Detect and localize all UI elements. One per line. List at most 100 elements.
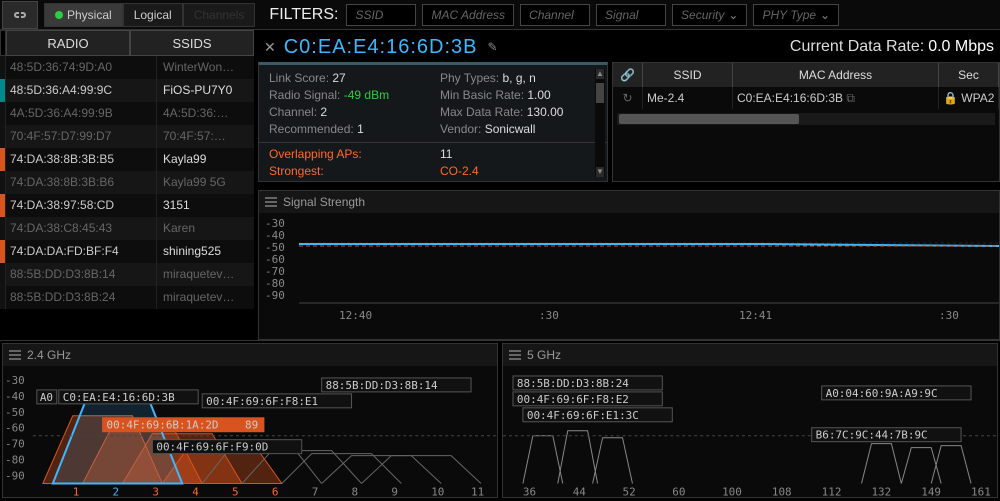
svg-text:8: 8 <box>352 485 359 497</box>
svg-text:36: 36 <box>523 485 536 497</box>
radio-row[interactable]: 88:5B:DD:D3:8B:24miraquetev… <box>0 286 254 309</box>
radio-mac: 48:5D:36:74:9D:A0 <box>6 56 156 79</box>
radio-ssid: WinterWon… <box>156 56 254 79</box>
ssids-col-header[interactable]: SSIDS <box>130 30 254 56</box>
radio-ssid: FiOS-PU7Y0 <box>156 79 254 102</box>
radio-ssid: shining525 <box>156 240 254 263</box>
radio-mac: 74:DA:38:8B:3B:B5 <box>6 148 156 171</box>
filter-channel[interactable]: Channel <box>520 4 590 26</box>
small-badge: 89 <box>245 419 258 432</box>
assoc-sec-col[interactable]: Sec <box>939 63 999 87</box>
svg-text:-70: -70 <box>5 438 25 451</box>
svg-text:60: 60 <box>672 485 685 497</box>
view-mode-toggle: Physical Logical Channels <box>44 3 255 27</box>
scroll-down-icon[interactable]: ▼ <box>596 167 604 177</box>
radio-mac: 74:DA:38:97:58:CD <box>6 194 156 217</box>
band-24-title: 2.4 GHz <box>27 344 71 366</box>
data-rate-label: Current Data Rate: <box>790 38 924 56</box>
radio-row[interactable]: 74:DA:38:8B:3B:B6Kayla99 5G <box>0 171 254 194</box>
stack-icon <box>9 350 21 360</box>
assoc-h-scrollbar[interactable] <box>617 113 995 125</box>
selected-mac-title: C0:EA:E4:16:6D:3B <box>284 36 478 59</box>
assoc-ssid-col[interactable]: SSID <box>643 63 733 87</box>
stack-icon <box>509 350 521 360</box>
channel-value: 2 <box>320 105 327 119</box>
svg-text:-90: -90 <box>5 470 25 483</box>
assoc-sec: 🔒 WPA2 <box>939 87 999 109</box>
filter-phy-type[interactable]: PHY Type⌄ <box>753 4 839 26</box>
svg-text:-90: -90 <box>265 289 285 302</box>
link-icon[interactable] <box>2 1 38 29</box>
recommended-value: 1 <box>357 122 364 136</box>
assoc-mac-col[interactable]: MAC Address <box>733 63 939 87</box>
svg-text:11: 11 <box>471 485 484 497</box>
assoc-link-col[interactable]: 🔗 <box>613 63 643 87</box>
radio-row[interactable]: 74:DA:38:97:58:CD3151 <box>0 194 254 217</box>
svg-text:4: 4 <box>192 485 199 497</box>
radio-row[interactable]: 74:DA:DA:FD:BF:F4shining525 <box>0 240 254 263</box>
assoc-row[interactable]: ↻Me-2.4C0:EA:E4:16:6D:3B ⧉🔒 WPA2 <box>613 87 999 109</box>
signal-strength-title: Signal Strength <box>283 191 365 213</box>
svg-text:2: 2 <box>113 485 120 497</box>
mac-badge: 00:4F:69:6B:1A:2D <box>107 419 219 432</box>
signal-strength-chart: -30-40-50-60-70-80-90 12:40:3012:41:30 <box>259 213 999 323</box>
radio-col-header[interactable]: RADIO <box>6 30 130 56</box>
radio-row[interactable]: 74:DA:38:C8:45:43Karen <box>0 217 254 240</box>
assoc-mac: C0:EA:E4:16:6D:3B ⧉ <box>733 87 939 109</box>
filter-row: SSID MAC Address Channel Signal Security⌄ PHY… <box>346 4 845 26</box>
radio-row[interactable]: 74:DA:38:8B:3B:B5Kayla99 <box>0 148 254 171</box>
radio-row[interactable]: 70:4F:57:D7:99:D770:4F:57:… <box>0 125 254 148</box>
svg-text:1: 1 <box>73 485 80 497</box>
radio-list-panel: RADIO SSIDS 48:5D:36:74:9D:A0WinterWon…4… <box>0 30 254 340</box>
radio-ssid: Kayla99 5G <box>156 171 254 194</box>
mac-badge: 88:5B:DD:D3:8B:24 <box>517 377 629 390</box>
radio-signal-label: Radio Signal: <box>269 88 340 102</box>
scroll-thumb[interactable] <box>596 83 604 103</box>
radio-row[interactable]: 4A:5D:36:A4:99:9B4A:5D:36:… <box>0 102 254 125</box>
detail-scrollbar[interactable]: ▲ ▼ <box>595 69 605 177</box>
strongest-label: Strongest: <box>269 164 324 178</box>
signal-strength-section: Signal Strength -30-40-50-60-70-80-90 12… <box>258 190 1000 340</box>
assoc-body: ↻Me-2.4C0:EA:E4:16:6D:3B ⧉🔒 WPA2 <box>613 87 999 109</box>
svg-text:-80: -80 <box>5 454 25 467</box>
mode-physical[interactable]: Physical <box>44 3 123 27</box>
svg-text:112: 112 <box>822 485 842 497</box>
mac-badge: 00:4F:69:6F:F8:E2 <box>517 393 629 406</box>
radio-row[interactable]: 48:5D:36:74:9D:A0WinterWon… <box>0 56 254 79</box>
mac-badge: A0:04:60:9A:A9:9C <box>826 387 938 400</box>
filter-ssid[interactable]: SSID <box>346 4 416 26</box>
band-5-chart: 88:5B:DD:D3:8B:24 00:4F:69:6F:F8:E2 00:4… <box>503 366 997 497</box>
radio-row[interactable]: 88:5B:DD:D3:8B:14miraquetev… <box>0 263 254 286</box>
filter-signal[interactable]: Signal <box>596 4 666 26</box>
filter-security[interactable]: Security⌄ <box>672 4 747 26</box>
svg-text:6: 6 <box>272 485 279 497</box>
band-5-panel: 5 GHz 88:5B:DD:D3:8B:24 00:4F:69:6F:F8:E… <box>502 343 998 498</box>
svg-text:161: 161 <box>971 485 991 497</box>
selected-mac-badge: C0:EA:E4:16:6D:3B <box>63 391 175 404</box>
edit-icon[interactable]: ✎ <box>488 40 498 54</box>
mode-logical[interactable]: Logical <box>123 3 183 27</box>
link-score-value: 27 <box>332 71 345 85</box>
a0-badge: A0 <box>40 391 53 404</box>
channel-panels: 2.4 GHz -30-40-50-60-70-80-90 <box>0 340 1000 500</box>
link-score-label: Link Score: <box>269 71 329 85</box>
active-dot-icon <box>55 11 63 19</box>
radio-row[interactable]: 48:5D:36:A4:99:9CFiOS-PU7Y0 <box>0 79 254 102</box>
radio-signal-value: -49 dBm <box>344 88 389 102</box>
radio-list[interactable]: 48:5D:36:74:9D:A0WinterWon…48:5D:36:A4:9… <box>0 56 254 340</box>
assoc-h-scroll-thumb[interactable] <box>619 114 799 124</box>
stack-icon <box>265 197 277 207</box>
assoc-refresh-icon[interactable]: ↻ <box>613 87 643 109</box>
radio-mac: 74:DA:DA:FD:BF:F4 <box>6 240 156 263</box>
svg-text:-30: -30 <box>5 374 25 387</box>
scroll-up-icon[interactable]: ▲ <box>596 69 604 79</box>
svg-text:100: 100 <box>722 485 742 497</box>
close-icon[interactable]: ✕ <box>264 39 276 56</box>
filter-mac-address[interactable]: MAC Address <box>422 4 514 26</box>
overlapping-aps-value: 11 <box>440 147 452 161</box>
mode-channels[interactable]: Channels <box>183 3 256 27</box>
svg-text:52: 52 <box>623 485 636 497</box>
strongest-value: CO-2.4 <box>440 164 479 178</box>
radio-mac: 88:5B:DD:D3:8B:24 <box>6 286 156 309</box>
mac-badge: 00:4F:69:6F:F9:0D <box>156 441 268 454</box>
